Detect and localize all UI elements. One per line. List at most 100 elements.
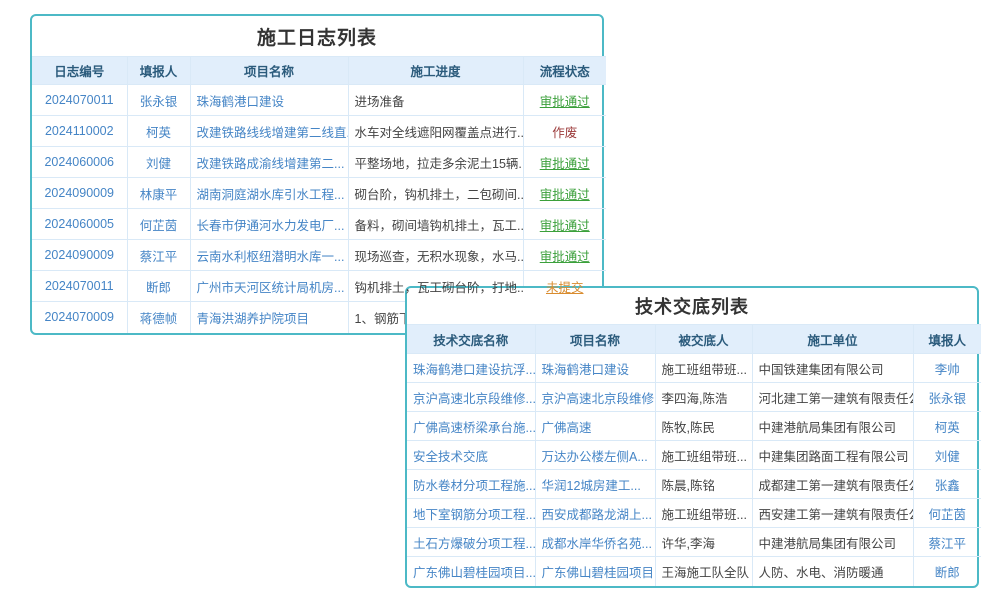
disclosure-recipients-text: 许华,李海 — [662, 537, 715, 551]
disclosure-project-link[interactable]: 珠海鹤港口建设 — [542, 363, 630, 377]
disclosure-recipients-text: 施工班组带班... — [662, 363, 747, 377]
log-reporter-link[interactable]: 蔡江平 — [140, 250, 178, 264]
log-progress-text: 钩机排土，瓦工砌台阶，打地... — [355, 281, 524, 295]
log-id-link[interactable]: 2024060005 — [44, 217, 114, 231]
table-row: 安全技术交底 万达办公楼左侧A... 施工班组带班... 中建集团路面工程有限公司 刘健 — [407, 441, 981, 470]
log-progress-text: 平整场地，拉走多余泥土15辆... — [355, 157, 524, 171]
table-row: 2024060005 何芷茵 长春市伊通河水力发电厂... 备料，砌间墙钩机排土，瓦工… — [32, 209, 606, 240]
disclosure-reporter-link[interactable]: 何芷茵 — [928, 508, 966, 522]
disclosure-table-body: 珠海鹤港口建设抗浮...珠海鹤港口建设施工班组带班...中国铁建集团有限公司李帅… — [407, 354, 981, 586]
log-header-row: 日志编号填报人项目名称施工进度流程状态 — [32, 57, 606, 85]
disclosure-reporter-link[interactable]: 蔡江平 — [928, 537, 966, 551]
disclosure-reporter-link[interactable]: 柯英 — [935, 421, 960, 435]
disclosure-name-link[interactable]: 地下室钢筋分项工程... — [413, 508, 535, 522]
table-row: 防水卷材分项工程施... 华润12城房建工... 陈晨,陈铭 成都建工第一建筑有限责任… — [407, 470, 981, 499]
disclosure-unit-text: 河北建工第一建筑有限责任公司 — [759, 392, 914, 406]
disclosure-recipients-text: 陈牧,陈民 — [662, 421, 715, 435]
log-project-link[interactable]: 青海洪湖养护院项目 — [197, 312, 310, 326]
log-progress-text: 备料，砌间墙钩机排土，瓦工... — [355, 219, 524, 233]
construction-log-panel: 施工日志列表 日志编号填报人项目名称施工进度流程状态 2024070011张永银… — [30, 14, 604, 335]
disclosure-name-link[interactable]: 珠海鹤港口建设抗浮... — [413, 363, 535, 377]
disclosure-name-link[interactable]: 广东佛山碧桂园项目... — [413, 566, 535, 580]
disclosure-unit-text: 中建港航局集团有限公司 — [759, 421, 897, 435]
column-header: 施工进度 — [348, 57, 523, 85]
log-project-link[interactable]: 广州市天河区统计局机房... — [197, 281, 345, 295]
disclosure-reporter-link[interactable]: 李帅 — [935, 363, 960, 377]
log-status-link: 作废 — [552, 126, 577, 140]
log-progress-text: 进场准备 — [355, 95, 405, 109]
log-reporter-link[interactable]: 张永银 — [140, 95, 178, 109]
log-id-link[interactable]: 2024070009 — [44, 310, 114, 324]
disclosure-recipients-text: 施工班组带班... — [662, 450, 747, 464]
tech-disclosure-panel: 技术交底列表 技术交底名称项目名称被交底人施工单位填报人 珠海鹤港口建设抗浮..… — [405, 286, 979, 588]
log-status-link[interactable]: 审批通过 — [540, 250, 590, 264]
table-row: 地下室钢筋分项工程... 西安成都路龙湖上... 施工班组带班... 西安建工第一建筑… — [407, 499, 981, 528]
disclosure-header-row: 技术交底名称项目名称被交底人施工单位填报人 — [407, 325, 981, 354]
disclosure-project-link[interactable]: 广佛高速 — [542, 421, 592, 435]
table-row: 珠海鹤港口建设抗浮... 珠海鹤港口建设 施工班组带班... 中国铁建集团有限公司 李帅 — [407, 354, 981, 383]
log-project-link[interactable]: 湖南洞庭湖水库引水工程... — [197, 188, 345, 202]
disclosure-project-link[interactable]: 华润12城房建工... — [542, 479, 641, 493]
disclosure-name-link[interactable]: 广佛高速桥梁承台施... — [413, 421, 535, 435]
table-row: 2024110002 柯英 改建铁路线线增建第二线直... 水车对全线遮阳网覆盖点进行… — [32, 116, 606, 147]
log-id-link[interactable]: 2024090009 — [44, 248, 114, 262]
log-reporter-link[interactable]: 断郎 — [146, 281, 171, 295]
table-row: 2024060006 刘健 改建铁路成渝线增建第二... 平整场地，拉走多余泥土15辆… — [32, 147, 606, 178]
disclosure-name-link[interactable]: 安全技术交底 — [413, 450, 488, 464]
disclosure-name-link[interactable]: 防水卷材分项工程施... — [413, 479, 535, 493]
log-progress-text: 水车对全线遮阳网覆盖点进行... — [355, 126, 524, 140]
table-row: 2024090009蔡江平云南水利枢纽潜明水库一...现场巡查，无积水现象，水马… — [32, 240, 606, 271]
disclosure-recipients-text: 陈晨,陈铭 — [662, 479, 715, 493]
table-row: 土石方爆破分项工程... 成都水岸华侨名苑... 许华,李海 中建港航局集团有限公司 蔡… — [407, 528, 981, 557]
construction-log-table: 日志编号填报人项目名称施工进度流程状态 2024070011 张永银 珠海鹤港口建设… — [32, 56, 606, 333]
log-project-link[interactable]: 长春市伊通河水力发电厂... — [197, 219, 345, 233]
disclosure-unit-text: 中建港航局集团有限公司 — [759, 537, 897, 551]
log-id-link[interactable]: 2024070011 — [45, 279, 114, 293]
column-header: 被交底人 — [655, 325, 752, 354]
log-id-link[interactable]: 2024060006 — [44, 155, 114, 169]
log-project-link[interactable]: 云南水利枢纽潜明水库一... — [197, 250, 345, 264]
disclosure-recipients-text: 李四海,陈浩 — [662, 392, 728, 406]
log-id-link[interactable]: 2024110002 — [45, 124, 114, 138]
disclosure-name-link[interactable]: 土石方爆破分项工程... — [413, 537, 535, 551]
disclosure-project-link[interactable]: 成都水岸华侨名苑... — [542, 537, 652, 551]
column-header: 项目名称 — [190, 57, 348, 85]
log-id-link[interactable]: 2024090009 — [44, 186, 114, 200]
disclosure-unit-text: 人防、水电、消防暖通 — [759, 566, 884, 580]
column-header: 填报人 — [127, 57, 190, 85]
log-status-link[interactable]: 审批通过 — [540, 95, 590, 109]
disclosure-reporter-link[interactable]: 张鑫 — [935, 479, 960, 493]
log-status-link[interactable]: 审批通过 — [540, 188, 590, 202]
log-project-link[interactable]: 珠海鹤港口建设 — [197, 95, 285, 109]
disclosure-recipients-text: 施工班组带班... — [662, 508, 747, 522]
disclosure-project-link[interactable]: 广东佛山碧桂园项目 — [542, 566, 655, 580]
log-reporter-link[interactable]: 蒋德帧 — [140, 312, 178, 326]
tech-disclosure-table: 技术交底名称项目名称被交底人施工单位填报人 珠海鹤港口建设抗浮...珠海鹤港口建… — [407, 324, 981, 586]
log-reporter-link[interactable]: 刘健 — [146, 157, 171, 171]
column-header: 技术交底名称 — [407, 325, 535, 354]
disclosure-name-link[interactable]: 京沪高速北京段维修... — [413, 392, 535, 406]
table-row: 广东佛山碧桂园项目...广东佛山碧桂园项目王海施工队全队人防、水电、消防暖通断郎 — [407, 557, 981, 586]
disclosure-unit-text: 中建集团路面工程有限公司 — [759, 450, 909, 464]
log-reporter-link[interactable]: 柯英 — [146, 126, 171, 140]
disclosure-unit-text: 中国铁建集团有限公司 — [759, 363, 884, 377]
column-header: 日志编号 — [32, 57, 127, 85]
disclosure-project-link[interactable]: 京沪高速北京段维修 — [542, 392, 655, 406]
table-row: 京沪高速北京段维修... 京沪高速北京段维修李四海,陈浩 河北建工第一建筑有限责任公… — [407, 383, 981, 412]
log-project-link[interactable]: 改建铁路成渝线增建第二... — [197, 157, 345, 171]
disclosure-reporter-link[interactable]: 刘健 — [935, 450, 960, 464]
log-id-link[interactable]: 2024070011 — [45, 93, 114, 107]
disclosure-unit-text: 成都建工第一建筑有限责任公司 — [759, 479, 914, 493]
disclosure-project-link[interactable]: 万达办公楼左侧A... — [542, 450, 648, 464]
disclosure-reporter-link[interactable]: 断郎 — [935, 566, 960, 580]
disclosure-project-link[interactable]: 西安成都路龙湖上... — [542, 508, 652, 522]
column-header: 项目名称 — [535, 325, 655, 354]
log-status-link[interactable]: 审批通过 — [540, 219, 590, 233]
log-reporter-link[interactable]: 林康平 — [140, 188, 178, 202]
log-status-link[interactable]: 未提交 — [546, 281, 584, 295]
log-status-link[interactable]: 审批通过 — [540, 157, 590, 171]
disclosure-reporter-link[interactable]: 张永银 — [928, 392, 966, 406]
log-project-link[interactable]: 改建铁路线线增建第二线直... — [197, 126, 349, 140]
disclosure-unit-text: 西安建工第一建筑有限责任公司 — [759, 508, 914, 522]
log-reporter-link[interactable]: 何芷茵 — [140, 219, 178, 233]
